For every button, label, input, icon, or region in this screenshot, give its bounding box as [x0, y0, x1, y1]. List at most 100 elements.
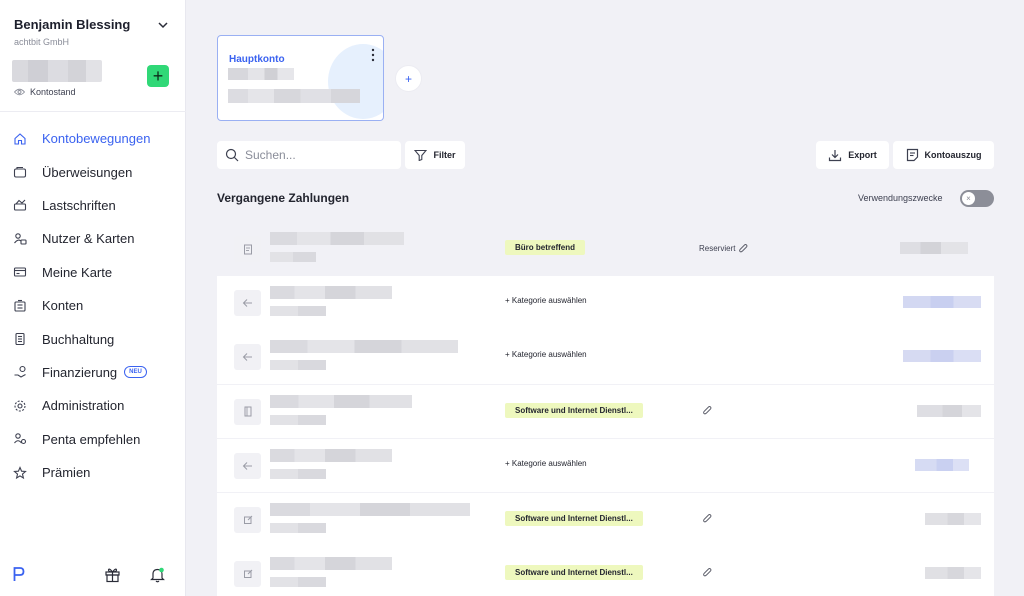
users-cards-icon [14, 233, 27, 245]
export-button[interactable]: Export [816, 141, 889, 169]
select-category-link[interactable]: + Kategorie auswählen [505, 459, 587, 468]
star-icon [13, 465, 27, 479]
account-card[interactable]: Hauptkonto [217, 35, 384, 121]
nav-item-praemien[interactable]: Prämien [0, 456, 186, 489]
paperclip-icon[interactable] [702, 567, 713, 578]
search-input[interactable] [245, 148, 385, 162]
amount-blurred [925, 512, 981, 525]
nav-item-kontobewegungen[interactable]: Kontobewegungen [0, 122, 186, 155]
nav-item-label: Penta empfehlen [42, 431, 141, 447]
amount-blurred [915, 458, 969, 471]
filter-button[interactable]: Filter [405, 141, 465, 169]
payee-name-blurred [270, 448, 392, 462]
nav-item-label: Prämien [42, 465, 91, 481]
recommend-icon [14, 433, 27, 445]
nav-item-finanzierung[interactable]: Finanzierung NEU [0, 356, 186, 389]
payee-name-blurred [270, 502, 470, 516]
paperclip-icon[interactable] [702, 405, 713, 416]
payment-row[interactable]: Software und Internet Dienstl... [217, 384, 994, 439]
statement-label: Kontoauszug [924, 150, 982, 160]
payment-row[interactable]: Software und Internet Dienstl... [217, 492, 994, 547]
category-tag[interactable]: Software und Internet Dienstl... [505, 510, 643, 526]
main-content: Hauptkonto + Filter Export Kontoauszug V… [186, 0, 1024, 596]
document-icon [234, 236, 261, 262]
reserved-status: Reserviert [699, 243, 749, 254]
search-box[interactable] [217, 141, 401, 169]
accounting-icon [15, 332, 25, 346]
payee-detail-blurred [270, 468, 326, 479]
statement-icon [906, 148, 918, 162]
add-account-button[interactable]: + [395, 65, 422, 92]
nav-item-lastschriften[interactable]: Lastschriften [0, 189, 186, 222]
paperclip-icon[interactable] [738, 243, 749, 254]
new-badge: NEU [124, 366, 147, 379]
amount-blurred [925, 567, 981, 580]
payee-name-blurred [270, 340, 458, 354]
eye-icon [14, 88, 25, 96]
payee-detail-blurred [270, 522, 326, 533]
select-category-link[interactable]: + Kategorie auswählen [505, 296, 587, 305]
arrow-left-icon [234, 452, 261, 479]
payment-row[interactable]: + Kategorie auswählen [217, 438, 994, 493]
nav-item-administration[interactable]: Administration [0, 389, 186, 422]
account-title: Hauptkonto [229, 54, 285, 65]
arrow-left-icon [234, 344, 261, 371]
payee-name-blurred [270, 232, 404, 245]
nav-item-label: Kontobewegungen [42, 131, 151, 147]
nav-item-label: Administration [42, 398, 125, 414]
payment-row[interactable]: + Kategorie auswählen [217, 330, 994, 384]
user-name[interactable]: Benjamin Blessing [14, 17, 130, 32]
penta-logo-icon[interactable] [13, 566, 25, 582]
category-tag[interactable]: Software und Internet Dienstl... [505, 565, 643, 581]
toggle-knob: × [962, 192, 975, 205]
payee-detail-blurred [270, 306, 326, 317]
filter-icon [414, 149, 428, 161]
section-title: Vergangene Zahlungen [217, 191, 350, 205]
payment-row[interactable]: Software und Internet Dienstl... [217, 547, 994, 596]
balance-toggle[interactable]: Kontostand [14, 87, 76, 97]
arrow-left-icon [234, 290, 261, 317]
payment-row[interactable]: + Kategorie auswählen [217, 276, 994, 330]
category-tag[interactable]: Software und Internet Dienstl... [505, 402, 643, 418]
nav-item-ueberweisungen[interactable]: Überweisungen [0, 155, 186, 188]
nav-item-konten[interactable]: Konten [0, 289, 186, 322]
divider [0, 111, 186, 112]
account-balance-blurred [228, 89, 360, 103]
amount-blurred [903, 296, 981, 309]
nav-item-meine-karte[interactable]: Meine Karte [0, 256, 186, 289]
nav-item-label: Überweisungen [42, 164, 133, 180]
nav-item-label: Nutzer & Karten [42, 231, 135, 247]
gear-icon [14, 400, 26, 412]
payment-row[interactable]: Büro betreffend Reserviert [217, 222, 994, 276]
edit-icon [234, 506, 261, 533]
nav-item-label: Finanzierung [42, 364, 118, 380]
more-options-icon[interactable] [371, 48, 375, 62]
purpose-toggle-label: Verwendungszwecke [858, 193, 943, 203]
card-icon [13, 267, 27, 277]
chevron-down-icon[interactable] [157, 19, 169, 31]
nav-item-buchhaltung[interactable]: Buchhaltung [0, 322, 186, 355]
accounts-icon [14, 299, 26, 312]
add-button[interactable]: + [147, 65, 169, 87]
statement-button[interactable]: Kontoauszug [893, 141, 994, 169]
download-icon [829, 149, 842, 161]
nav-item-label: Konten [42, 298, 84, 314]
balance-label: Kontostand [30, 87, 76, 97]
amount-blurred [917, 404, 981, 417]
nav-item-nutzer-karten[interactable]: Nutzer & Karten [0, 222, 186, 255]
main-navigation: Kontobewegungen Überweisungen Lastschrif… [0, 122, 186, 489]
category-tag[interactable]: Büro betreffend [505, 240, 585, 255]
purpose-toggle[interactable]: × [960, 190, 994, 207]
search-icon [225, 148, 239, 162]
paperclip-icon[interactable] [702, 513, 713, 524]
sidebar: Benjamin Blessing achtbit GmbH + Kontost… [0, 0, 186, 596]
nav-item-label: Lastschriften [42, 197, 116, 213]
bell-icon[interactable] [149, 566, 166, 583]
select-category-link[interactable]: + Kategorie auswählen [505, 350, 587, 359]
payments-list: Büro betreffend Reserviert + Kategorie a… [217, 222, 994, 596]
gift-icon[interactable] [104, 566, 121, 583]
nav-item-label: Meine Karte [42, 264, 113, 280]
nav-item-penta-empfehlen[interactable]: Penta empfehlen [0, 423, 186, 456]
sidebar-footer [0, 556, 186, 596]
home-icon [14, 132, 26, 145]
